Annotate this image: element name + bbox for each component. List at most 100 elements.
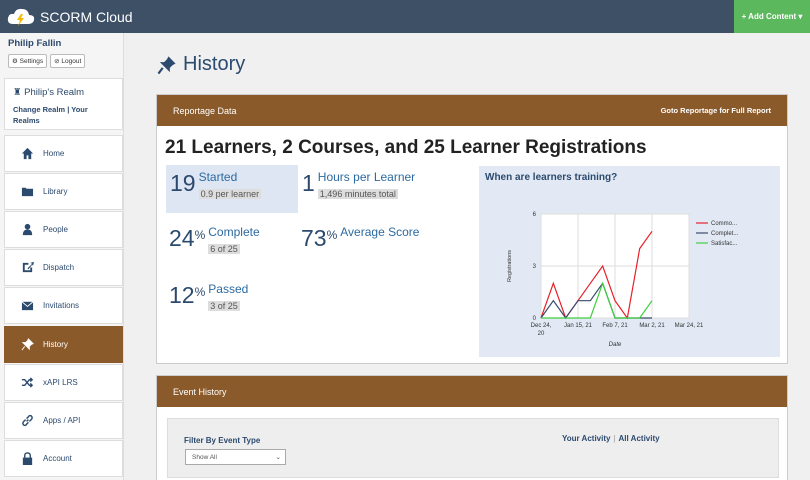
- sidebar-item-label: Home: [43, 149, 65, 158]
- sidebar-item-xapi-lrs[interactable]: xAPI LRS: [4, 364, 123, 401]
- chart-svg: 0 3 6 Dec 24, 20 Jan 15, 21 Feb 7, 21 Mar 2, 21…: [507, 212, 739, 348]
- x-axis-label: Date: [609, 342, 622, 348]
- legend-label: Complet...: [711, 231, 739, 237]
- event-history-header: Event History: [157, 376, 787, 407]
- stat-started: 19 Started 0.9 per learner: [170, 170, 262, 202]
- event-type-select-value: Show All: [192, 453, 217, 461]
- stat-percent: %: [326, 228, 338, 242]
- sidebar-item-label: Invitations: [43, 301, 80, 310]
- sidebar-item-label: Library: [43, 187, 68, 196]
- x-tick-label: Mar 2, 21: [639, 323, 665, 329]
- x-tick-label: 20: [538, 331, 545, 337]
- filter-label: Filter By Event Type: [184, 436, 261, 445]
- sidebar-item-history[interactable]: History: [4, 326, 123, 363]
- sidebar-item-label: Apps / API: [43, 416, 81, 425]
- add-content-button[interactable]: + Add Content ▾: [734, 0, 810, 33]
- user-name: Philip Fallin: [8, 38, 62, 49]
- logout-button[interactable]: ⊘ Logout: [50, 54, 86, 68]
- y-tick-label: 3: [533, 264, 537, 270]
- x-tick-label: Jan 15, 21: [564, 323, 593, 329]
- your-activity-link[interactable]: Your Activity: [562, 434, 610, 443]
- sidebar-item-label: Dispatch: [43, 263, 75, 272]
- stat-label: Complete: [208, 225, 260, 239]
- reportage-header: Reportage Data Goto Reportage for Full R…: [157, 95, 787, 126]
- chevron-down-icon: ⌄: [275, 454, 281, 461]
- sidebar-item-account[interactable]: Account: [4, 440, 123, 477]
- event-history-panel: Event History Filter By Event Type Show …: [156, 375, 788, 480]
- training-chart: When are learners training? 0 3 6 Dec 24, 20…: [479, 166, 780, 357]
- your-realms-word-1: Your: [71, 105, 88, 114]
- event-history-title: Event History: [173, 386, 227, 397]
- sidebar-item-library[interactable]: Library: [4, 173, 123, 210]
- pin-icon: [19, 338, 35, 352]
- summary-headline: 21 Learners, 2 Courses, and 25 Learner R…: [165, 137, 647, 158]
- app-title: SCORM Cloud: [40, 8, 133, 25]
- x-tick-label: Feb 7, 21: [602, 323, 628, 329]
- y-tick-label: 0: [533, 316, 537, 322]
- user-box: Philip Fallin ⚙ Settings ⊘ Logout: [0, 33, 124, 75]
- page-header: History: [157, 53, 245, 76]
- activity-separator: |: [613, 434, 616, 443]
- event-type-select[interactable]: Show All ⌄: [185, 449, 286, 465]
- stat-passed: 12 % Passed 3 of 25: [169, 283, 248, 314]
- sidebar-item-label: People: [43, 225, 68, 234]
- stat-sub: 1,496 minutes total: [317, 189, 398, 199]
- page-title: History: [183, 53, 246, 75]
- sidebar-item-people[interactable]: People: [4, 211, 123, 248]
- legend-label: Commo...: [711, 221, 737, 227]
- person-icon: [19, 223, 35, 237]
- y-tick-label: 6: [533, 212, 537, 218]
- dispatch-icon: [19, 261, 35, 275]
- stat-label: Started: [198, 170, 238, 184]
- sidebar-item-invitations[interactable]: Invitations: [4, 287, 123, 324]
- sidebar-item-dispatch[interactable]: Dispatch: [4, 249, 123, 286]
- sidebar: Philip Fallin ⚙ Settings ⊘ Logout ♜ Phil…: [0, 33, 124, 480]
- all-activity-link[interactable]: All Activity: [619, 434, 660, 443]
- legend-label: Satisfac...: [711, 241, 738, 247]
- stat-sub: 3 of 25: [208, 301, 240, 311]
- change-realm-link[interactable]: Change Realm: [13, 105, 65, 114]
- stat-percent: %: [194, 228, 206, 242]
- cloud-logo-icon: [7, 8, 35, 26]
- stat-label: Passed: [208, 282, 249, 296]
- realm-label: Philip's Realm: [24, 87, 85, 98]
- sidebar-item-apps-api[interactable]: Apps / API: [4, 402, 123, 439]
- sidebar-item-label: Account: [43, 454, 72, 463]
- stat-number: 12: [169, 282, 195, 308]
- folder-icon: [19, 185, 35, 199]
- stat-label: Average Score: [340, 225, 420, 239]
- realm-icon: ♜: [13, 87, 25, 98]
- your-realms-word-2: Realms: [13, 116, 40, 125]
- stat-sub: 0.9 per learner: [198, 189, 262, 199]
- reportage-title: Reportage Data: [173, 105, 237, 116]
- home-icon: [19, 147, 35, 161]
- x-tick-label: Mar 24, 21: [675, 323, 704, 329]
- envelope-icon: [19, 299, 35, 313]
- stat-label: Hours per Learner: [317, 170, 416, 184]
- stat-number: 73: [301, 225, 327, 251]
- stat-number: 1: [302, 170, 315, 196]
- stat-hours: 1 Hours per Learner 1,496 minutes total: [302, 171, 415, 202]
- logo[interactable]: SCORM Cloud: [6, 5, 133, 28]
- stat-sub: 6 of 25: [208, 244, 240, 254]
- top-bar: SCORM Cloud + Add Content ▾: [0, 0, 810, 33]
- stat-number: 24: [169, 225, 195, 251]
- realm-name: ♜ Philip's Realm: [13, 87, 114, 98]
- y-axis-label: Registrations: [507, 250, 513, 282]
- stat-average-score: 73 % Average Score: [301, 225, 420, 251]
- link-icon: [19, 414, 35, 428]
- stat-complete: 24 % Complete 6 of 25: [169, 226, 260, 257]
- realm-box: ♜ Philip's Realm Change Realm | Your Real…: [4, 78, 123, 130]
- reportage-panel: Reportage Data Goto Reportage for Full R…: [156, 94, 788, 364]
- lock-icon: [19, 452, 35, 466]
- sidebar-item-label: xAPI LRS: [43, 378, 78, 387]
- sidebar-item-home[interactable]: Home: [4, 135, 123, 172]
- stat-number: 19: [170, 170, 196, 196]
- pin-icon: [157, 55, 176, 74]
- reportage-full-report-link[interactable]: Goto Reportage for Full Report: [661, 106, 771, 115]
- settings-button[interactable]: ⚙ Settings: [8, 54, 48, 68]
- x-tick-label: Dec 24,: [531, 323, 552, 329]
- filter-area: Filter By Event Type Show All ⌄ Your Act…: [167, 418, 779, 478]
- stat-percent: %: [194, 285, 206, 299]
- activity-links: Your Activity | All Activity: [562, 434, 660, 443]
